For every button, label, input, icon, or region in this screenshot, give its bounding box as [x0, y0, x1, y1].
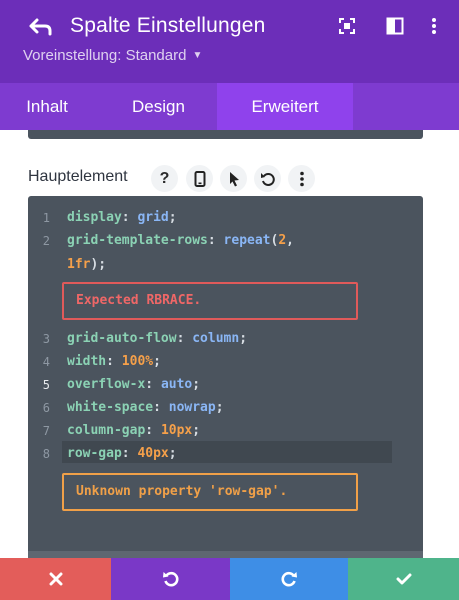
css-code-editor[interactable]: 1 display: grid; 2 grid-template-rows: r… — [28, 196, 423, 558]
css-number: 10px — [160, 423, 193, 438]
css-property: row-gap — [67, 446, 122, 461]
css-value: auto — [160, 377, 193, 392]
line-number: 7 — [42, 424, 50, 438]
preset-dropdown[interactable]: Voreinstellung: Standard ▼ — [23, 47, 202, 64]
css-property: grid-auto-flow — [67, 331, 177, 346]
code-line: grid-template-rows: repeat(2, — [67, 233, 294, 248]
undo-icon — [162, 571, 178, 587]
line-number: 4 — [42, 355, 50, 369]
more-vertical-icon[interactable] — [288, 165, 315, 192]
tab-design[interactable]: Design — [100, 83, 217, 130]
help-icon[interactable]: ? — [151, 165, 178, 192]
save-button[interactable] — [348, 558, 459, 600]
tab-inhalt[interactable]: Inhalt — [0, 83, 94, 130]
line-number: 3 — [42, 332, 50, 346]
css-property: column-gap — [67, 423, 146, 438]
action-bar — [0, 558, 459, 600]
editor-resize-bar[interactable] — [28, 551, 423, 558]
css-value: nowrap — [168, 400, 216, 415]
redo-icon — [281, 571, 297, 587]
code-line-active: overflow-x: auto; — [67, 377, 201, 392]
line-number: 5 — [42, 378, 50, 392]
css-value: column — [192, 331, 240, 346]
caret-down-icon: ▼ — [192, 50, 203, 61]
code-line: grid-auto-flow: column; — [67, 331, 248, 346]
css-property: grid-template-rows — [67, 233, 208, 248]
tab-erweitert[interactable]: Erweitert — [217, 83, 353, 130]
page-title: Spalte Einstellungen — [70, 14, 266, 37]
css-number: 100% — [121, 354, 154, 369]
settings-content[interactable]: Hauptelement ? 1 display: grid; 2 grid-t… — [0, 130, 459, 558]
close-icon — [49, 572, 62, 586]
preset-label: Voreinstellung: Standard — [23, 47, 187, 64]
css-property: white-space — [67, 400, 154, 415]
tab-bar: Inhalt Design Erweitert — [0, 83, 459, 130]
reset-icon[interactable] — [254, 165, 281, 192]
code-line: white-space: nowrap; — [67, 400, 224, 415]
modal-header: Spalte Einstellungen Voreinstellung: Sta… — [0, 0, 459, 83]
line-number: 6 — [42, 401, 50, 415]
css-number: 1fr — [67, 257, 91, 272]
pointer-icon[interactable] — [220, 165, 247, 192]
css-property: width — [67, 354, 107, 369]
code-line: column-gap: 10px; — [67, 423, 201, 438]
css-property: overflow-x — [67, 377, 146, 392]
warning-message: Unknown property 'row-gap'. — [62, 473, 358, 511]
error-message: Expected RBRACE. — [62, 282, 358, 320]
more-vertical-icon[interactable] — [424, 16, 444, 36]
code-line: width: 100%; — [67, 354, 161, 369]
line-number: 2 — [42, 234, 50, 248]
code-line: display: grid; — [67, 210, 177, 225]
redo-button[interactable] — [230, 558, 348, 600]
code-line: row-gap: 40px; — [67, 446, 177, 461]
mobile-icon[interactable] — [186, 165, 213, 192]
field-label: Hauptelement — [28, 168, 128, 185]
back-arrow-icon[interactable] — [28, 14, 54, 38]
cancel-button[interactable] — [0, 558, 111, 600]
line-number: 1 — [42, 211, 50, 225]
css-value: grid — [137, 210, 169, 225]
css-property: display — [67, 210, 122, 225]
css-function: repeat — [223, 233, 271, 248]
undo-button[interactable] — [111, 558, 230, 600]
code-line-wrap: 1fr); — [67, 257, 107, 272]
check-icon — [396, 573, 411, 585]
fullscreen-icon[interactable] — [337, 16, 357, 36]
previous-editor — [28, 130, 423, 139]
line-number: 8 — [42, 447, 50, 461]
css-number: 40px — [137, 446, 169, 461]
sidebar-layout-icon[interactable] — [385, 16, 405, 36]
css-number: 2 — [278, 233, 287, 248]
